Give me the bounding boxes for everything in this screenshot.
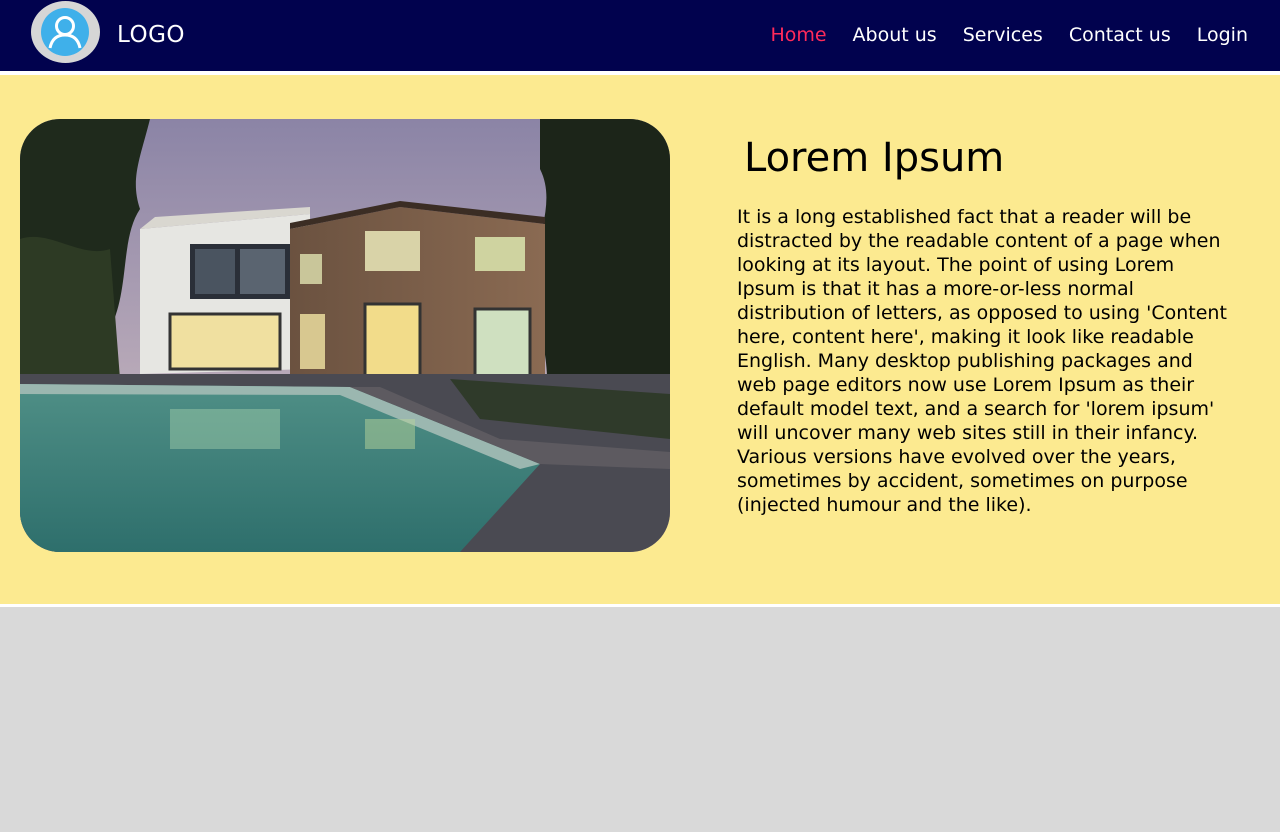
hero-image [20,119,670,552]
nav-contact-us-link[interactable]: Contact us [1069,22,1171,48]
hero-section: Lorem Ipsum It is a long established fac… [0,75,1280,604]
nav-about-us-link[interactable]: About us [853,22,937,48]
hero-title: Lorem Ipsum [744,135,1005,181]
main-nav: Home About us Services Contact us Login [770,22,1248,48]
nav-services-link[interactable]: Services [963,22,1043,48]
modern-house-with-pool-photo [20,119,670,552]
logo-text[interactable]: LOGO [117,20,185,50]
nav-home-link[interactable]: Home [770,22,826,48]
hero-paragraph: It is a long established fact that a rea… [737,206,1227,516]
hero-divider [0,604,1280,607]
logo-avatar[interactable] [31,1,100,63]
user-avatar-icon [41,8,89,56]
navbar: LOGO Home About us Services Contact us L… [0,0,1280,71]
nav-login-link[interactable]: Login [1197,22,1248,48]
